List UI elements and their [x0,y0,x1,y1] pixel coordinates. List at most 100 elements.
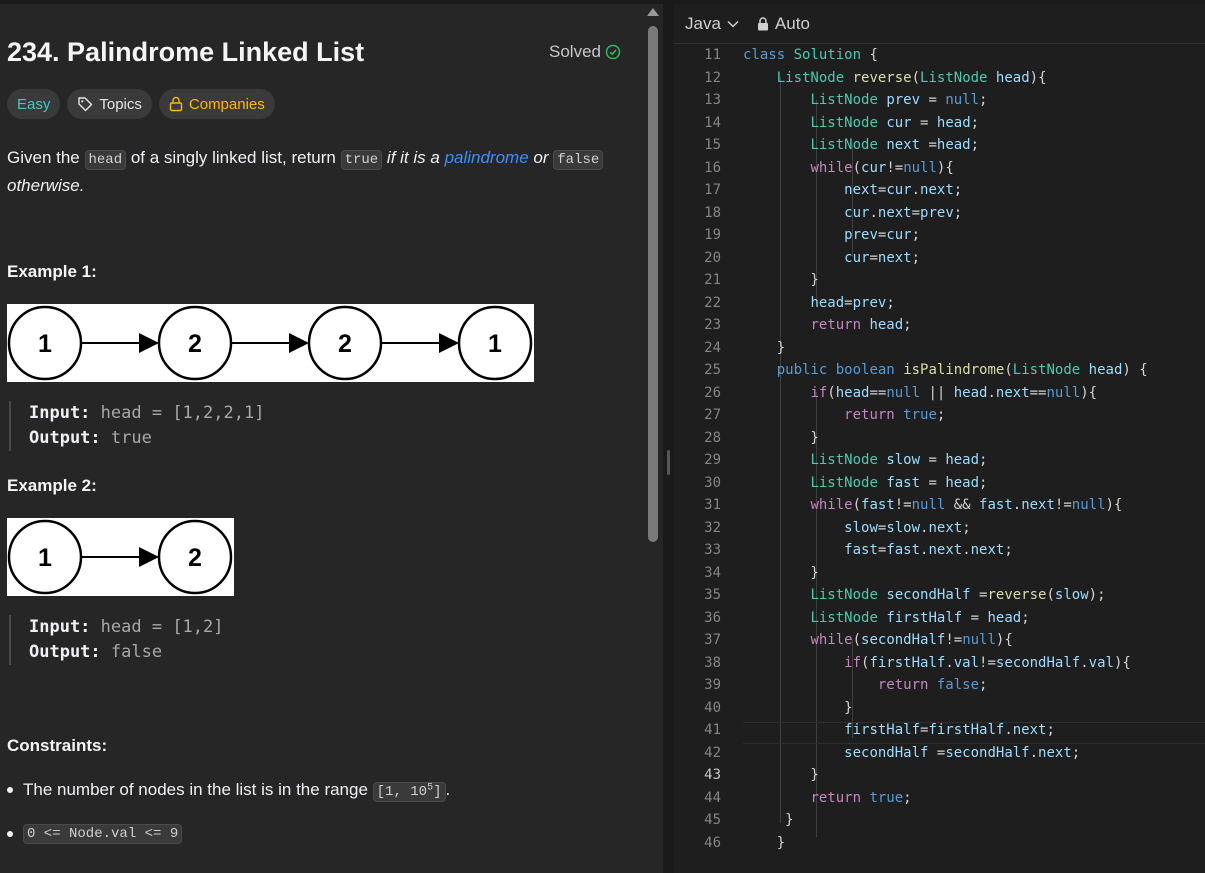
code-line[interactable]: 26 if(head==null || head.next==null){ [674,382,1205,404]
code-line[interactable]: 30 ListNode fast = head; [674,472,1205,494]
chevron-down-icon [727,20,739,28]
code-text: ListNode prev = null; [810,92,988,108]
code-line[interactable]: 12 ListNode reverse(ListNode head){ [674,67,1205,89]
panel-splitter[interactable] [664,0,674,873]
splitter-grip-icon[interactable] [667,450,670,475]
code-text: ListNode cur = head; [810,114,980,131]
code-text: return head; [810,317,912,333]
code-line[interactable]: 19 prev=cur; [674,224,1205,246]
code-text: ListNode firstHalf = head; [810,609,1030,626]
constraint-text: . [445,780,451,799]
description-scrollbar[interactable] [648,26,658,542]
line-number: 12 [704,69,721,86]
code-text: firstHalf=firstHalf.next; [844,722,1055,738]
code-line[interactable]: 28 } [674,427,1205,449]
code-line[interactable]: 40 } [674,697,1205,719]
line-number: 29 [704,452,721,468]
constraint-item: The number of nodes in the list is in th… [7,780,451,802]
line-number: 20 [704,249,721,266]
code-text: } [743,699,853,716]
code-line[interactable]: 14 ListNode cur = head; [674,112,1205,134]
code-line[interactable]: 25 public boolean isPalindrome(ListNode … [674,359,1205,381]
code-line[interactable]: 36 ListNode firstHalf = head; [674,607,1205,629]
code-text: return false; [877,677,988,693]
code-false: false [553,150,604,170]
code-line[interactable]: 16 while(cur!=null){ [674,157,1205,179]
line-number: 27 [704,407,721,423]
output-value: false [110,642,163,662]
bullet-dot [7,787,13,793]
range-code: [1, 10 [376,784,428,800]
code-line[interactable]: 39 return false; [674,674,1205,696]
line-number: 32 [704,519,721,536]
constraint-val-code: 0 <= Node.val <= 9 [23,824,183,844]
line-number: 18 [704,204,721,221]
line-number: 45 [704,812,721,828]
code-line[interactable]: 34 } [674,562,1205,584]
code-line[interactable]: 23 return head; [674,314,1205,336]
code-line[interactable]: 38 if(firstHalf.val!=secondHalf.val){ [674,652,1205,674]
code-text: public boolean isPalindrome(ListNode hea… [776,362,1148,378]
difficulty-tag[interactable]: Easy [7,89,61,119]
code-line[interactable]: 11 class Solution { [674,44,1205,66]
code-line[interactable]: 43 } [674,764,1205,786]
code-line[interactable]: 21 } [674,269,1205,291]
line-number: 44 [704,789,721,806]
line-number: 40 [704,699,721,716]
code-text: fast=fast.next.next; [844,542,1013,558]
line-number: 25 [704,362,721,378]
bullet-dot [7,831,13,837]
code-text: ListNode fast = head; [810,474,988,491]
code-line[interactable]: 27 return true; [674,404,1205,426]
problem-panel: 234. Palindrome Linked List Solved Easy … [0,4,663,873]
line-number: 33 [704,542,721,558]
line-number: 11 [704,47,721,63]
code-line[interactable]: 33 fast=fast.next.next; [674,539,1205,561]
code-line[interactable]: 15 ListNode next =head; [674,134,1205,156]
desc-text: Given the [7,148,85,167]
code-line[interactable]: 32 slow=slow.next; [674,517,1205,539]
code-line[interactable]: 20 cur=next; [674,247,1205,269]
code-line[interactable]: 45 } [674,809,1205,831]
language-select[interactable]: Java [685,14,739,34]
line-number: 17 [704,182,721,198]
line-number: 13 [704,92,721,108]
code-line[interactable]: 37 while(secondHalf!=null){ [674,629,1205,651]
code-line[interactable]: 29 ListNode slow = head; [674,449,1205,471]
line-number: 35 [704,587,721,603]
code-text: ListNode slow = head; [810,452,988,468]
line-number: 34 [704,564,721,581]
companies-tag[interactable]: Companies [158,89,275,119]
solved-label: Solved [549,42,601,61]
code-line[interactable]: 41 firstHalf=firstHalf.next; [674,719,1205,741]
code-line[interactable]: 44 return true; [674,787,1205,809]
code-text: while(secondHalf!=null){ [810,632,1013,648]
scroll-up-arrow-icon[interactable] [647,8,659,16]
code-text: return true; [844,407,946,423]
constraints-heading: Constraints: [7,736,108,755]
palindrome-link[interactable]: palindrome [445,148,529,167]
topics-tag[interactable]: Topics [67,89,152,119]
line-number: 42 [704,744,721,761]
code-line[interactable]: 42 secondHalf =secondHalf.next; [674,742,1205,764]
code-text: while(cur!=null){ [810,159,954,176]
code-line[interactable]: 18 cur.next=prev; [674,202,1205,224]
code-text: ListNode next =head; [810,137,980,153]
code-text: } [743,429,819,446]
input-value: head = [1,2] [100,617,224,637]
code-line[interactable]: 31 while(fast!=null && fast.next!=null){ [674,494,1205,516]
desc-text: otherwise. [7,176,85,195]
topics-label: Topics [99,95,142,113]
code-line[interactable]: 13 ListNode prev = null; [674,89,1205,111]
mode-label: Auto [774,13,810,33]
constraint-range-code: [1, 105] [372,782,446,802]
code-line[interactable]: 24 } [674,337,1205,359]
output-label: Output: [29,642,101,662]
code-line[interactable]: 46 } [674,832,1205,854]
code-line[interactable]: 35 ListNode secondHalf =reverse(slow); [674,584,1205,606]
node-value: 1 [488,330,502,358]
code-line[interactable]: 17 next=cur.next; [674,179,1205,201]
code-line[interactable]: 22 head=prev; [674,292,1205,314]
output-value: true [110,428,152,448]
autocomplete-mode[interactable]: Auto [757,14,810,34]
